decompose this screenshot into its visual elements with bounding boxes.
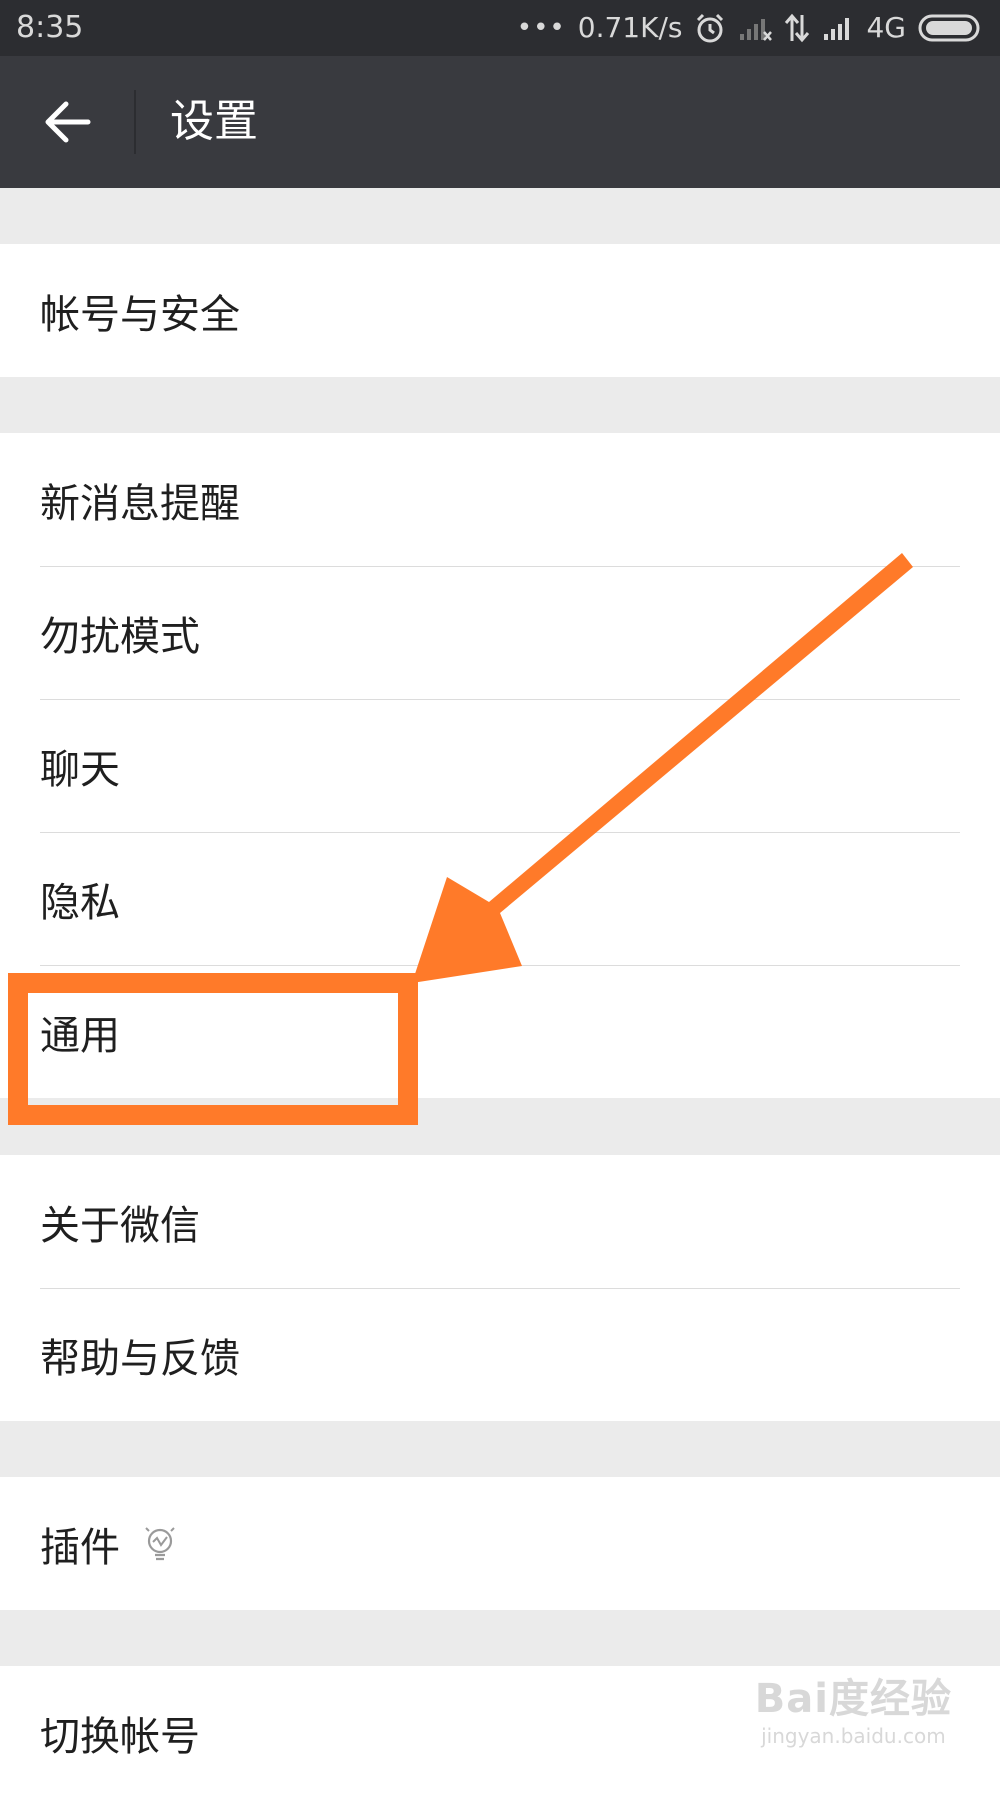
status-indicators: ••• 0.71K/s 4G (505, 10, 984, 46)
back-arrow-icon (45, 101, 91, 143)
setting-label: 聊天 (40, 746, 120, 793)
signal-off-icon (740, 19, 773, 41)
setting-label: 关于微信 (40, 1202, 200, 1249)
setting-label: 切换帐号 (40, 1713, 200, 1760)
more-dots-icon: ••• (516, 13, 566, 43)
watermark-brand: Bai度经验 (754, 1676, 952, 1722)
setting-label: 隐私 (40, 879, 120, 926)
signal-icon (824, 18, 850, 40)
setting-chat[interactable]: 聊天 (0, 699, 1000, 832)
back-button[interactable] (20, 84, 116, 160)
watermark-url: jingyan.baidu.com (761, 1724, 946, 1748)
watermark: Bai度经验 jingyan.baidu.com (755, 1666, 952, 1748)
setting-help-feedback[interactable]: 帮助与反馈 (0, 1288, 1000, 1421)
settings-group-plugins: 插件 (0, 1477, 1000, 1610)
settings-group-main: 新消息提醒 勿扰模式 聊天 隐私 通用 (0, 433, 1000, 1098)
setting-privacy[interactable]: 隐私 (0, 832, 1000, 965)
alarm-icon (697, 13, 724, 43)
nav-divider (134, 90, 136, 154)
setting-label: 新消息提醒 (40, 480, 240, 527)
network-speed: 0.71K/s (577, 11, 683, 44)
battery-icon (918, 14, 980, 42)
setting-label: 帮助与反馈 (40, 1335, 240, 1382)
status-bar: 8:35 ••• 0.71K/s 4G (0, 0, 1000, 56)
data-transfer-icon (785, 13, 810, 43)
setting-account-security[interactable]: 帐号与安全 (0, 244, 1000, 377)
nav-bar: 设置 (0, 56, 1000, 188)
setting-do-not-disturb[interactable]: 勿扰模式 (0, 566, 1000, 699)
setting-label: 勿扰模式 (40, 613, 200, 660)
setting-label: 通用 (40, 1012, 120, 1059)
setting-label: 插件 (40, 1524, 120, 1571)
setting-general[interactable]: 通用 (0, 965, 1000, 1098)
settings-group-account: 帐号与安全 (0, 244, 1000, 377)
setting-new-message-alert[interactable]: 新消息提醒 (0, 433, 1000, 566)
page-title: 设置 (170, 96, 258, 147)
settings-group-about: 关于微信 帮助与反馈 (0, 1155, 1000, 1421)
lightbulb-icon (145, 1526, 175, 1560)
setting-plugins[interactable]: 插件 (0, 1477, 1000, 1610)
status-time: 8:35 (16, 10, 84, 45)
network-type: 4G (866, 11, 906, 44)
setting-label: 帐号与安全 (40, 291, 240, 338)
setting-about-wechat[interactable]: 关于微信 (0, 1155, 1000, 1288)
